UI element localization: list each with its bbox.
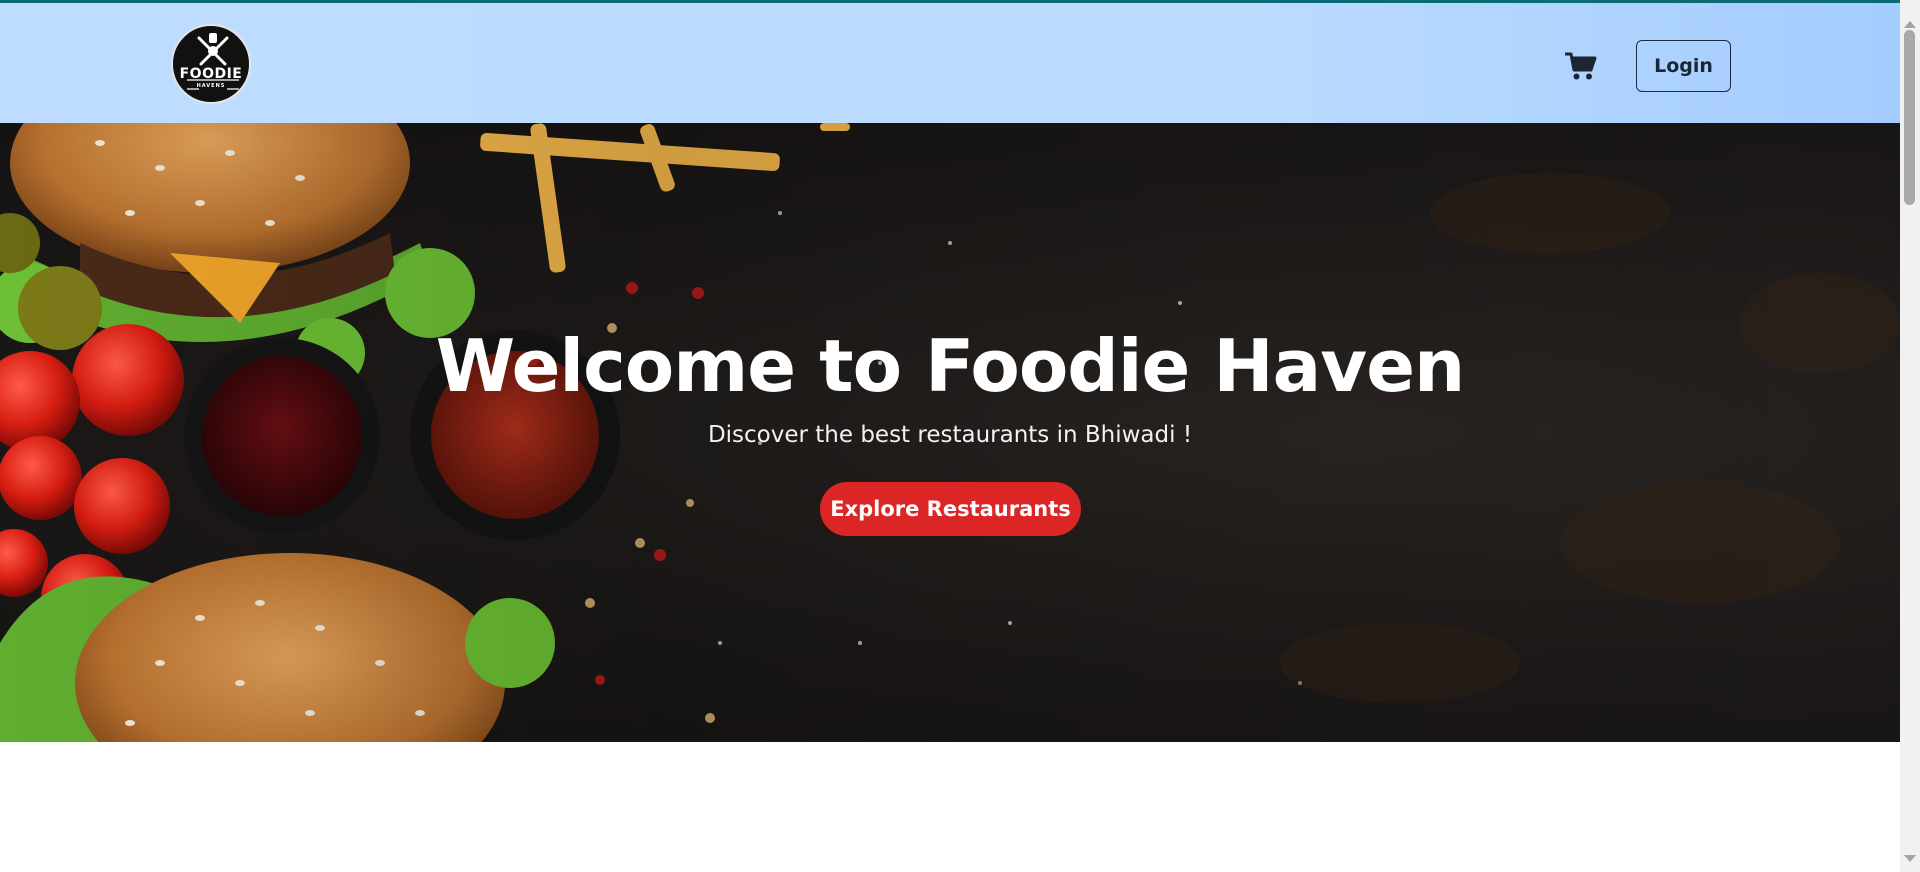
page: FOODIE HAVENS Login Welcome to Foodie Ha… <box>0 0 1920 872</box>
scrollbar-thumb[interactable] <box>1904 30 1915 205</box>
scroll-up-arrow-icon[interactable] <box>1904 21 1916 28</box>
scroll-down-arrow-icon[interactable] <box>1904 855 1916 862</box>
brand-logo[interactable]: FOODIE HAVENS <box>171 24 251 104</box>
login-button[interactable]: Login <box>1636 40 1731 92</box>
hero-banner: Welcome to Foodie Haven Discover the bes… <box>0 123 1900 742</box>
crossed-utensils-icon <box>187 33 239 90</box>
vertical-scrollbar[interactable] <box>1900 0 1920 872</box>
shopping-cart-icon <box>1564 52 1597 80</box>
site-header: FOODIE HAVENS Login <box>0 3 1900 123</box>
logo-wordmark: FOODIE <box>179 66 243 82</box>
hero-title: Welcome to Foodie Haven <box>435 324 1466 408</box>
logo-subtext: HAVENS <box>196 83 226 89</box>
hero-subtitle: Discover the best restaurants in Bhiwadi… <box>707 422 1193 448</box>
cart-button[interactable] <box>1564 51 1597 81</box>
explore-restaurants-button[interactable]: Explore Restaurants <box>820 482 1081 536</box>
